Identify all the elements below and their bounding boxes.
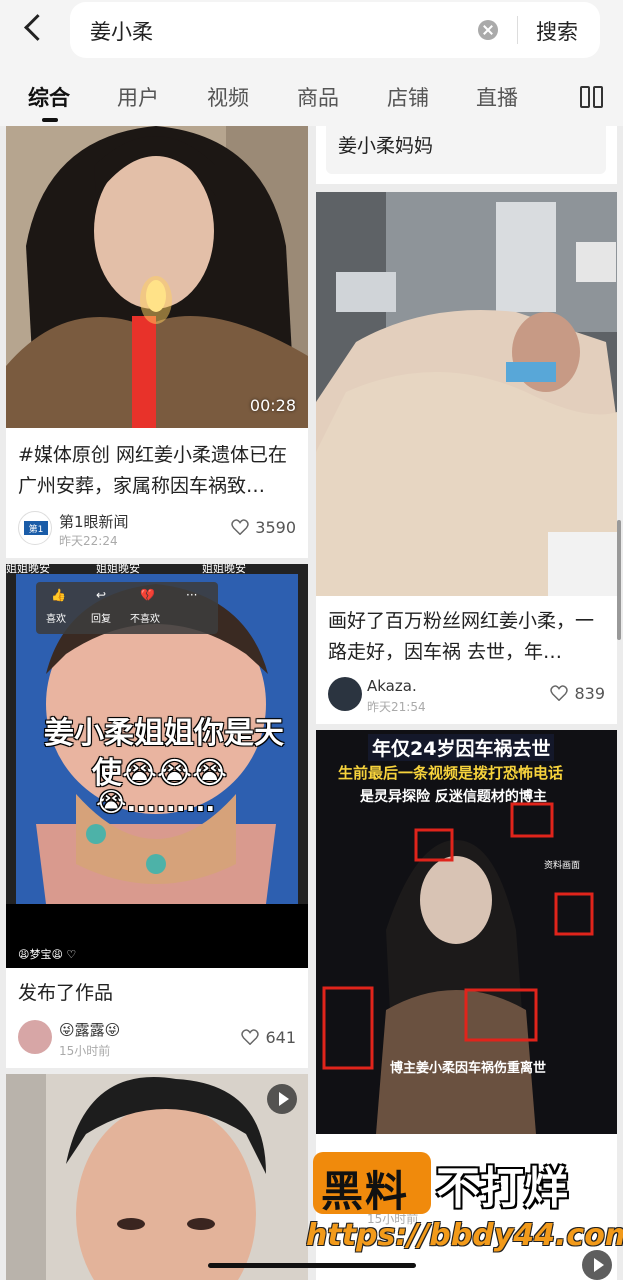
overlay-caption: 姐姐晚安 [96, 564, 140, 575]
card-title: 画好了百万粉丝网红姜小柔，一路走好，因车祸 去世，年… [328, 610, 595, 663]
reaction-menu: 👍 ↩ 💔 ··· 喜欢 回复 不喜欢 [36, 582, 218, 634]
heart-icon[interactable] [550, 685, 569, 702]
more-icon[interactable]: ··· [186, 588, 197, 602]
thumbs-up-icon[interactable]: 👍 [51, 588, 66, 602]
tab-comprehensive[interactable]: 综合 [28, 82, 70, 112]
tab-stores[interactable]: 店铺 [387, 82, 429, 112]
video-thumbnail[interactable]: 00:28 [6, 126, 308, 428]
divider [517, 16, 518, 44]
overlay-text: 😭......... [96, 788, 216, 818]
video-thumbnail[interactable] [6, 1074, 308, 1280]
author-name[interactable]: 😜露露😜 [59, 1019, 120, 1040]
author-name[interactable]: Akaza. [367, 677, 417, 695]
post-image[interactable] [316, 192, 617, 596]
result-card[interactable]: 画好了百万粉丝网红姜小柔，一路走好，因车祸 去世，年… Akaza. 昨天21:… [316, 192, 617, 724]
menu-dislike[interactable]: 不喜欢 [130, 610, 160, 625]
watermark-url: https://bbdy44.com [306, 1218, 623, 1253]
video-subtitle: 生前最后一条视频是拨打恐怖电话 [338, 764, 564, 782]
watermark-text: 不打烊 [436, 1163, 568, 1214]
menu-reply[interactable]: 回复 [91, 610, 111, 625]
clear-icon[interactable] [478, 20, 498, 40]
home-indicator[interactable] [208, 1263, 416, 1268]
heart-icon[interactable] [231, 519, 250, 536]
tab-videos[interactable]: 视频 [207, 82, 249, 112]
overlay-caption: 姐姐晚安 [6, 564, 50, 575]
card-title: 发布了作品 [18, 982, 114, 1004]
avatar[interactable] [328, 677, 362, 711]
post-time: 15小时前 [59, 1044, 111, 1058]
reply-icon[interactable]: ↩ [96, 588, 106, 602]
post-time: 昨天22:24 [59, 534, 118, 548]
search-bar[interactable]: 姜小柔 搜索 [70, 2, 600, 58]
card-title: #媒体原创 网红姜小柔遗体已在广州安葬，家属称因车祸致… [18, 444, 287, 497]
active-tab-indicator [42, 118, 58, 122]
menu-like[interactable]: 喜欢 [46, 610, 66, 625]
related-search-chip[interactable]: 姜小柔妈妈 [326, 118, 606, 174]
video-duration: 00:28 [249, 396, 296, 415]
broken-heart-icon[interactable]: 💔 [140, 588, 155, 602]
avatar[interactable] [18, 1020, 52, 1054]
like-count[interactable]: 3590 [231, 518, 296, 537]
back-arrow-icon[interactable] [16, 10, 52, 50]
search-button[interactable]: 搜索 [536, 16, 578, 46]
avatar[interactable]: 第1 [18, 511, 52, 545]
result-card[interactable]: 00:28 #媒体原创 网红姜小柔遗体已在广州安葬，家属称因车祸致… 第1 第1… [6, 126, 308, 558]
post-time: 昨天21:54 [367, 700, 426, 714]
scrollbar[interactable] [617, 520, 621, 640]
source-tag: 资料画面 [544, 861, 581, 871]
author-name[interactable]: 第1眼新闻 [59, 511, 129, 532]
post-image[interactable]: 姐姐晚安 姐姐晚安 姐姐晚安 👍 ↩ 💔 ··· 喜欢 回复 不喜欢 姜小柔姐姐… [6, 564, 308, 968]
tab-users[interactable]: 用户 [117, 82, 159, 112]
like-count[interactable]: 839 [550, 684, 605, 703]
layout-toggle-icon[interactable] [580, 86, 604, 108]
result-card[interactable]: 姐姐晚安 姐姐晚安 姐姐晚安 👍 ↩ 💔 ··· 喜欢 回复 不喜欢 姜小柔姐姐… [6, 564, 308, 1068]
video-headline: 年仅24岁因车祸去世 [368, 734, 555, 761]
overlay-caption: 姐姐晚安 [202, 564, 246, 575]
related-search-text[interactable]: 姜小柔妈妈 [338, 131, 433, 158]
heart-icon[interactable] [241, 1029, 260, 1046]
video-caption: 博主姜小柔因车祸伤重离世 [390, 1061, 547, 1076]
play-icon[interactable] [267, 1084, 297, 1114]
tab-live[interactable]: 直播 [476, 82, 518, 112]
overlay-text: 姜小柔姐姐你是天 [44, 716, 284, 751]
watermark-logo: 黑料 [313, 1152, 431, 1216]
like-count[interactable]: 641 [241, 1028, 296, 1047]
result-card[interactable] [6, 1074, 308, 1280]
play-icon[interactable] [582, 1250, 612, 1280]
overlay-text: 使😭😭😭 [92, 756, 228, 791]
comment-user: 😩梦宝😩 ♡ [18, 948, 77, 961]
video-subtitle: 是灵异探险 反迷信题材的博主 [360, 789, 547, 805]
tab-bar: 综合 用户 视频 商品 店铺 直播 [0, 78, 623, 122]
search-input[interactable]: 姜小柔 [90, 16, 153, 46]
svg-text:第1: 第1 [29, 523, 44, 535]
video-thumbnail[interactable]: 年仅24岁因车祸去世 生前最后一条视频是拨打恐怖电话 是灵异探险 反迷信题材的博… [316, 730, 617, 1134]
tab-products[interactable]: 商品 [297, 82, 339, 112]
